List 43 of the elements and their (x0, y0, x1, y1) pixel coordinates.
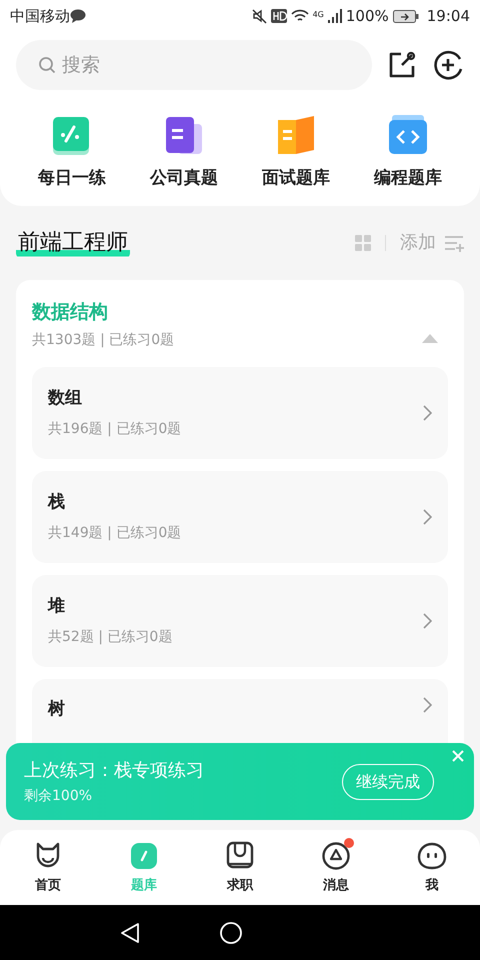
network-type: 4G (312, 8, 324, 21)
tab-item[interactable]: 求职 (192, 840, 288, 896)
topic-summary: 共52题 | 已练习0题 (48, 628, 172, 648)
tab-item[interactable]: 首页 (0, 840, 96, 896)
mute-icon (250, 8, 267, 24)
shortcut-button[interactable]: 编程题库 (352, 114, 464, 192)
search-field[interactable]: 搜索 (16, 40, 372, 90)
toast-subtitle: 剩余100% (24, 786, 94, 806)
clock-time: 19:04 (426, 6, 470, 27)
search-icon (38, 56, 56, 74)
topic-title: 栈 (48, 490, 66, 514)
battery-icon (392, 10, 419, 22)
topic-row[interactable]: 数组 共196题 | 已练习0题 (32, 367, 448, 459)
topic-row[interactable]: 堆 共52题 | 已练习0题 (32, 575, 448, 667)
code-icon (386, 114, 430, 156)
share-icon[interactable] (388, 51, 416, 79)
back-icon[interactable] (120, 922, 140, 944)
add-circle-icon[interactable] (432, 49, 464, 81)
home-circle-icon[interactable] (220, 922, 242, 944)
tab-item[interactable]: 我 (384, 840, 480, 896)
battery-percent: 100% (346, 6, 389, 27)
shortcut-button[interactable]: 每日一练 (16, 114, 128, 192)
triangle-circle-icon (320, 840, 352, 872)
signal-icon (328, 9, 342, 23)
topic-summary: 共149题 | 已练习0题 (48, 524, 182, 544)
chat-icon (70, 9, 86, 23)
category-summary: 共1303题 | 已练习0题 (32, 331, 174, 350)
hd-icon (270, 9, 287, 23)
topic-title: 数组 (48, 386, 83, 410)
chevron-right-icon (423, 613, 432, 629)
topic-summary: 共196题 | 已练习0题 (48, 420, 182, 440)
topic-row[interactable]: 栈 共149题 | 已练习0题 (32, 471, 448, 563)
topic-title: 堆 (48, 594, 66, 618)
category-title: 数据结构 (32, 300, 109, 324)
shortcut-button[interactable]: 公司真题 (128, 114, 240, 192)
chevron-right-icon (423, 509, 432, 525)
topic-title: 树 (48, 698, 65, 721)
chevron-right-icon (423, 697, 432, 713)
carrier-name: 中国移动 (10, 6, 70, 27)
chevron-right-icon (423, 405, 432, 421)
wifi-icon (290, 9, 309, 23)
shortcut-button[interactable]: 面试题库 (240, 114, 352, 192)
tab-item[interactable]: 消息 (288, 840, 384, 896)
